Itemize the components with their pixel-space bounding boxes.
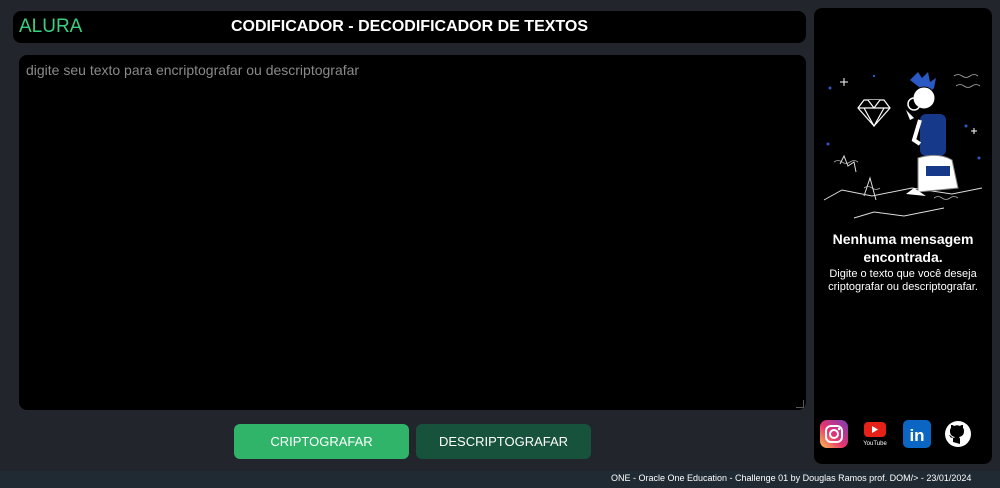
linkedin-icon[interactable]: in [903, 420, 931, 448]
linkedin-label: in [909, 426, 924, 445]
decrypt-button[interactable]: DESCRIPTOGRAFAR [416, 424, 591, 459]
header: ALURA CODIFICADOR - DECODIFICADOR DE TEX… [13, 11, 806, 43]
empty-message-title: Nenhuma mensagem encontrada. [832, 231, 974, 265]
resize-handle[interactable] [796, 400, 804, 408]
youtube-icon[interactable]: YouTube [861, 420, 889, 448]
instagram-icon[interactable] [820, 420, 848, 448]
encrypt-button[interactable]: CRIPTOGRAFAR [234, 424, 409, 459]
footer-credit: ONE - Oracle One Education - Challenge 0… [611, 473, 972, 483]
social-links: YouTube in [814, 418, 992, 454]
person-with-magnifier-illustration [823, 72, 983, 219]
empty-message-subtitle: Digite o texto que você deseja criptogra… [828, 268, 978, 293]
page-title: CODIFICADOR - DECODIFICADOR DE TEXTOS [230, 18, 589, 35]
text-input[interactable] [19, 55, 806, 410]
youtube-label: YouTube [863, 441, 887, 447]
github-icon[interactable] [944, 420, 972, 448]
result-panel: Nenhuma mensagem encontrada. Digite o te… [814, 8, 992, 464]
